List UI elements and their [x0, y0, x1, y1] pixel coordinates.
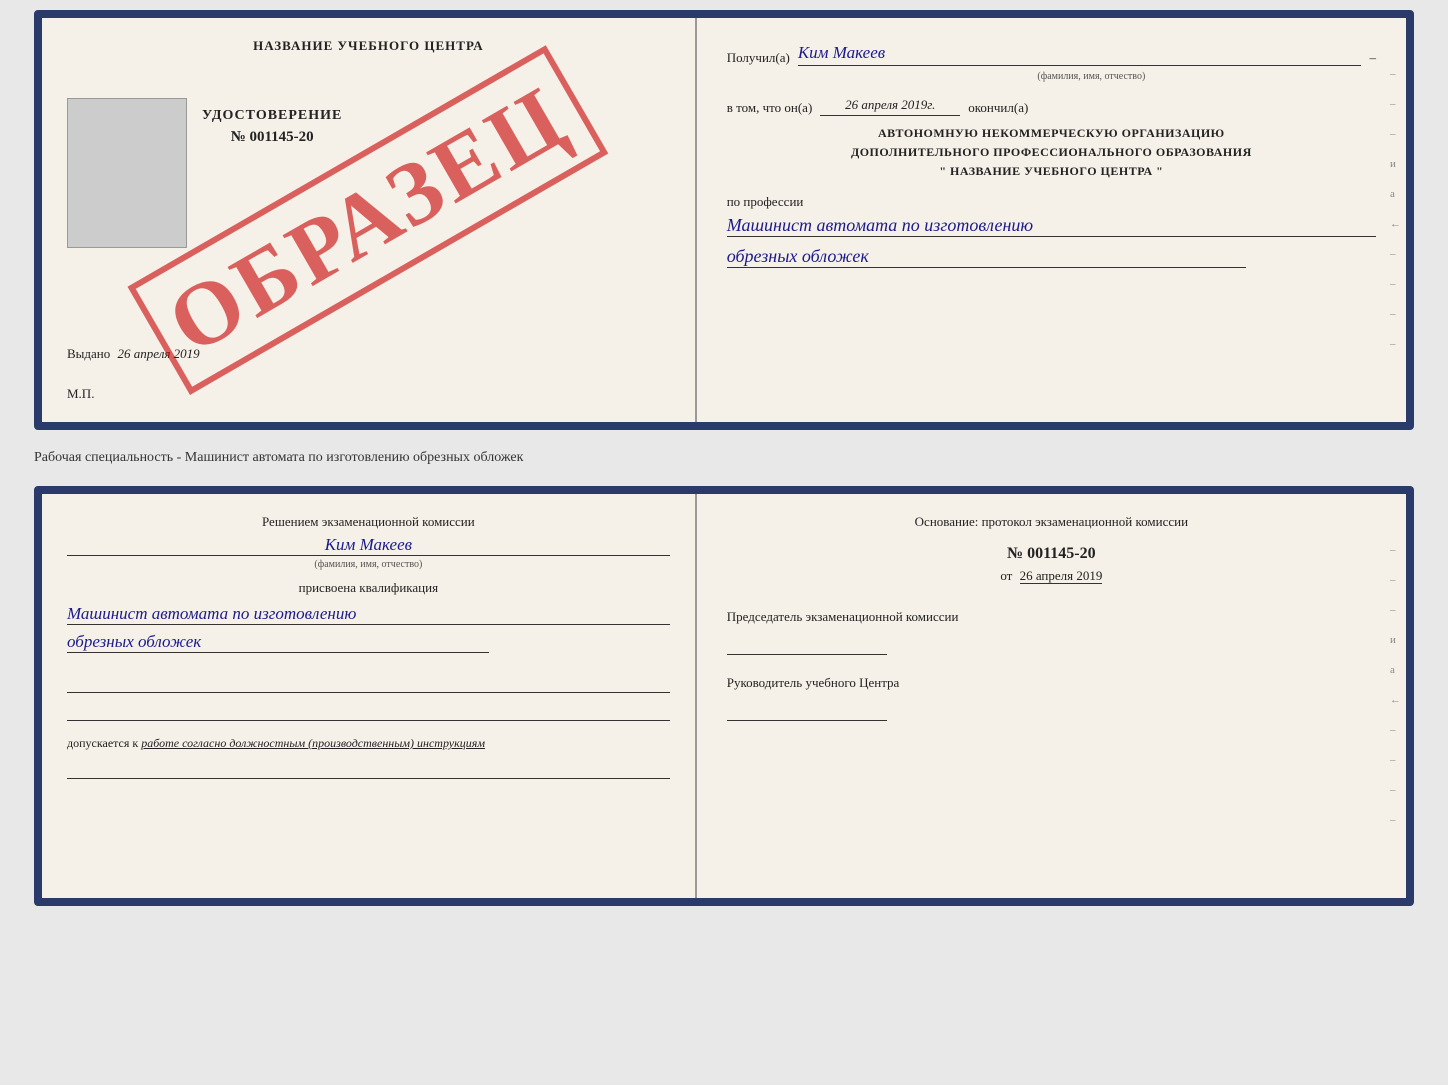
kvalif-line1: Машинист автомата по изготовлению — [67, 604, 670, 625]
cert-left: НАЗВАНИЕ УЧЕБНОГО ЦЕНТРА УДОСТОВЕРЕНИЕ №… — [42, 18, 697, 422]
okoncil-label: окончил(а) — [968, 100, 1028, 116]
document-wrapper: НАЗВАНИЕ УЧЕБНОГО ЦЕНТРА УДОСТОВЕРЕНИЕ №… — [34, 10, 1414, 906]
professiya-line1: Машинист автомата по изготовлению — [727, 215, 1376, 237]
middle-text: Рабочая специальность - Машинист автомат… — [34, 442, 1414, 474]
predsedatel-label: Председатель экзаменационной комиссии — [727, 609, 1376, 625]
org-line1: АВТОНОМНУЮ НЕКОММЕРЧЕСКУЮ ОРГАНИЗАЦИЮ — [727, 124, 1376, 143]
training-center-title: НАЗВАНИЕ УЧЕБНОГО ЦЕНТРА — [253, 38, 484, 54]
bottom-right: Основание: протокол экзаменационной коми… — [697, 494, 1406, 898]
udostoverenie-number: № 001145-20 — [202, 129, 342, 146]
org-line2: ДОПОЛНИТЕЛЬНОГО ПРОФЕССИОНАЛЬНОГО ОБРАЗО… — [727, 143, 1376, 162]
rukovoditel-block: Руководитель учебного Центра — [727, 675, 1376, 721]
protocol-date: от 26 апреля 2019 — [727, 568, 1376, 584]
osnovanie-label: Основание: протокол экзаменационной коми… — [727, 514, 1376, 530]
predsedatel-signature — [727, 630, 887, 655]
vydano-label: Выдано — [67, 346, 110, 361]
dopusk-label: допускается к — [67, 736, 138, 750]
vydano-date: 26 апреля 2019 — [118, 346, 200, 361]
side-dashes-top: –––иа←–––– — [1390, 68, 1401, 350]
org-block: АВТОНОМНУЮ НЕКОММЕРЧЕСКУЮ ОРГАНИЗАЦИЮ ДО… — [727, 124, 1376, 182]
dopuskaetsya-block: допускается к работе согласно должностны… — [67, 736, 670, 751]
mp-line: М.П. — [67, 386, 94, 402]
rukovoditel-signature — [727, 696, 887, 721]
po-professii-label: по профессии — [727, 194, 1376, 210]
fio-caption-bottom: (фамилия, имя, отчество) — [67, 559, 670, 570]
poluchil-label: Получил(а) — [727, 50, 790, 66]
empty-line1 — [67, 673, 670, 693]
cert-right: Получил(а) Ким Макеев – (фамилия, имя, о… — [697, 18, 1406, 422]
certificate-bottom: Решением экзаменационной комиссии Ким Ма… — [34, 486, 1414, 906]
protocol-date-prefix: от — [1000, 568, 1012, 583]
bottom-left: Решением экзаменационной комиссии Ким Ма… — [42, 494, 697, 898]
vtom-date: 26 апреля 2019г. — [820, 97, 960, 116]
empty-line2 — [67, 701, 670, 721]
udostoverenie-block: УДОСТОВЕРЕНИЕ № 001145-20 — [202, 108, 342, 146]
resheniem-label: Решением экзаменационной комиссии — [67, 514, 670, 530]
poluchil-name: Ким Макеев — [798, 43, 1362, 66]
prisvoena-label: присвоена квалификация — [67, 580, 670, 596]
rukovoditel-label: Руководитель учебного Центра — [727, 675, 1376, 691]
dopusk-text: работе согласно должностным (производств… — [141, 736, 485, 750]
certificate-top: НАЗВАНИЕ УЧЕБНОГО ЦЕНТРА УДОСТОВЕРЕНИЕ №… — [34, 10, 1414, 430]
vtom-line: в том, что он(а) 26 апреля 2019г. окончи… — [727, 97, 1376, 116]
watermark-obrazec: ОБРАЗЕЦ — [128, 45, 609, 395]
kvalif-line2: обрезных обложек — [67, 632, 489, 653]
predsedatel-block: Председатель экзаменационной комиссии — [727, 609, 1376, 655]
vtom-label: в том, что он(а) — [727, 100, 813, 116]
org-line3: " НАЗВАНИЕ УЧЕБНОГО ЦЕНТРА " — [727, 162, 1376, 181]
vydano-line: Выдано 26 апреля 2019 — [67, 346, 200, 362]
dash-after-name: – — [1369, 50, 1376, 66]
udostoverenie-label: УДОСТОВЕРЕНИЕ — [202, 108, 342, 124]
protocol-date-value: 26 апреля 2019 — [1020, 568, 1103, 584]
protocol-number: № 001145-20 — [727, 545, 1376, 563]
side-dashes-bottom: –––иа←–––– — [1390, 544, 1401, 826]
poluchil-line: Получил(а) Ким Макеев – — [727, 43, 1376, 66]
empty-line3 — [67, 759, 670, 779]
photo-placeholder — [67, 98, 187, 248]
professiya-line2: обрезных обложек — [727, 246, 1246, 268]
fio-caption-top: (фамилия, имя, отчество) — [807, 71, 1376, 82]
komissia-name-line: Ким Макеев — [67, 535, 670, 556]
